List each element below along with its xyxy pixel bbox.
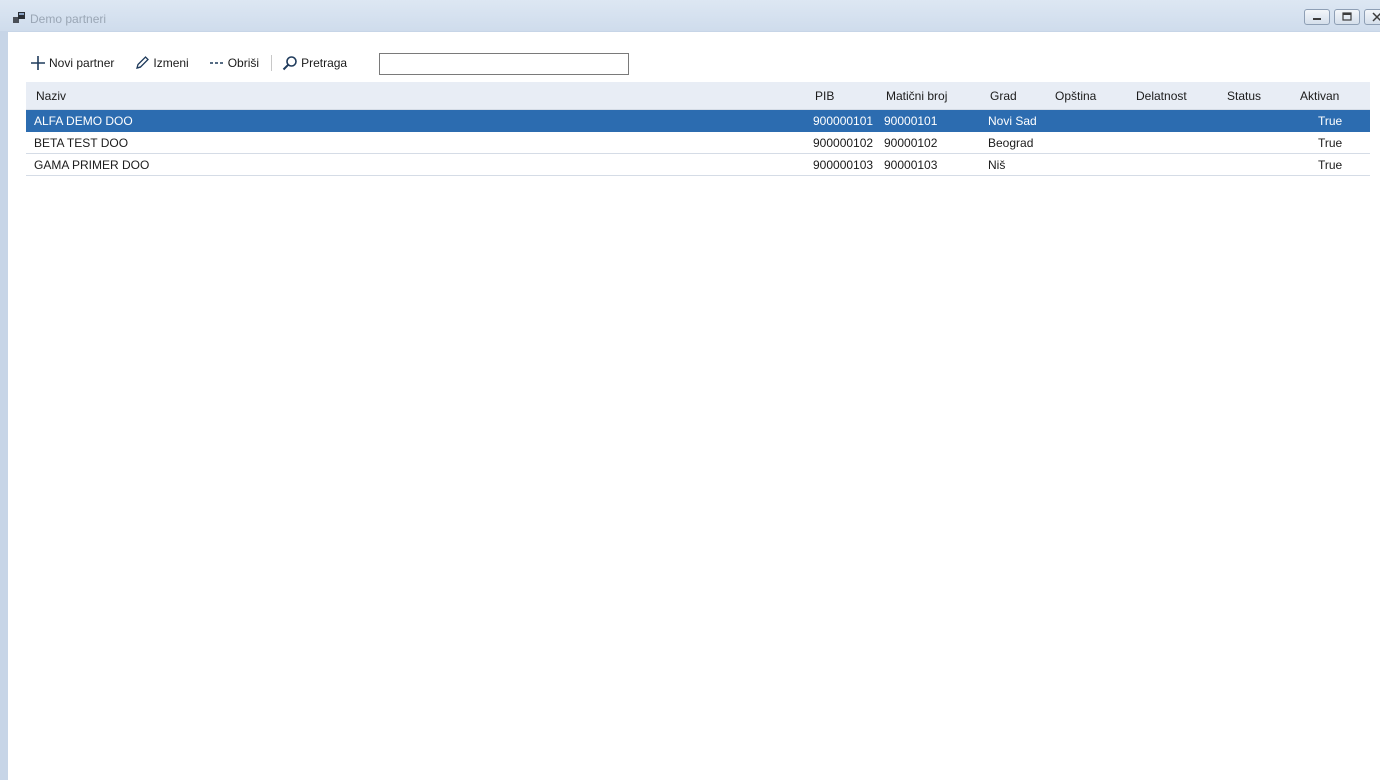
main-window: Demo partneri Novi partner Izmeni Obriši… <box>0 0 1380 780</box>
cell-aktivan: True <box>1318 136 1343 150</box>
new-partner-label: Novi partner <box>49 56 115 70</box>
cell-naziv: ALFA DEMO DOO <box>34 114 133 128</box>
grid-header: Naziv PIB Matični broj Grad Opština Dela… <box>26 82 1370 110</box>
title-bar[interactable]: Demo partneri <box>0 0 1380 32</box>
cell-maticni-broj: 90000102 <box>884 136 938 150</box>
cell-naziv: BETA TEST DOO <box>34 136 129 150</box>
toolbar-separator <box>271 55 273 71</box>
cell-naziv: GAMA PRIMER DOO <box>34 158 150 172</box>
delete-label: Obriši <box>227 56 260 70</box>
minimize-button[interactable] <box>1304 9 1330 25</box>
window-title: Demo partneri <box>30 12 107 26</box>
new-partner-button[interactable]: Novi partner <box>26 52 118 74</box>
toolbar: Novi partner Izmeni Obriši Pretraga <box>26 52 363 74</box>
column-header-opstina[interactable]: Opština <box>1055 89 1096 103</box>
column-header-maticni-broj[interactable]: Matični broj <box>886 89 947 103</box>
table-row[interactable]: GAMA PRIMER DOO 900000103 90000103 Niš T… <box>26 154 1370 176</box>
column-header-grad[interactable]: Grad <box>990 89 1017 103</box>
table-row[interactable]: ALFA DEMO DOO 900000101 90000101 Novi Sa… <box>26 110 1370 132</box>
column-header-naziv[interactable]: Naziv <box>36 89 66 103</box>
close-icon <box>1372 12 1380 22</box>
minus-dash-icon <box>209 62 224 64</box>
search-input[interactable] <box>379 53 629 75</box>
cell-grad: Niš <box>988 158 1006 172</box>
pencil-icon <box>136 56 150 69</box>
table-row[interactable]: BETA TEST DOO 900000102 90000102 Beograd… <box>26 132 1370 154</box>
column-header-status[interactable]: Status <box>1227 89 1261 103</box>
app-icon <box>13 12 25 23</box>
restore-icon <box>1342 12 1352 21</box>
plus-icon <box>31 56 45 70</box>
cell-grad: Novi Sad <box>988 114 1037 128</box>
cell-maticni-broj: 90000103 <box>884 158 938 172</box>
cell-grad: Beograd <box>988 136 1034 150</box>
close-button[interactable] <box>1364 9 1380 25</box>
search-icon <box>282 56 297 71</box>
cell-pib: 900000103 <box>813 158 874 172</box>
edit-label: Izmeni <box>153 56 189 70</box>
column-header-pib[interactable]: PIB <box>815 89 834 103</box>
minimize-icon <box>1313 18 1321 20</box>
partners-grid: Naziv PIB Matični broj Grad Opština Dela… <box>26 82 1370 176</box>
cell-maticni-broj: 90000101 <box>884 114 938 128</box>
cell-pib: 900000101 <box>813 114 874 128</box>
column-header-delatnost[interactable]: Delatnost <box>1136 89 1187 103</box>
search-button[interactable]: Pretraga <box>278 52 351 74</box>
edit-button[interactable]: Izmeni <box>130 52 192 74</box>
search-label: Pretraga <box>301 56 348 70</box>
cell-aktivan: True <box>1318 114 1343 128</box>
delete-button[interactable]: Obriši <box>205 52 263 74</box>
column-header-aktivan[interactable]: Aktivan <box>1300 89 1339 103</box>
cell-pib: 900000102 <box>813 136 874 150</box>
cell-aktivan: True <box>1318 158 1343 172</box>
restore-button[interactable] <box>1334 9 1360 25</box>
